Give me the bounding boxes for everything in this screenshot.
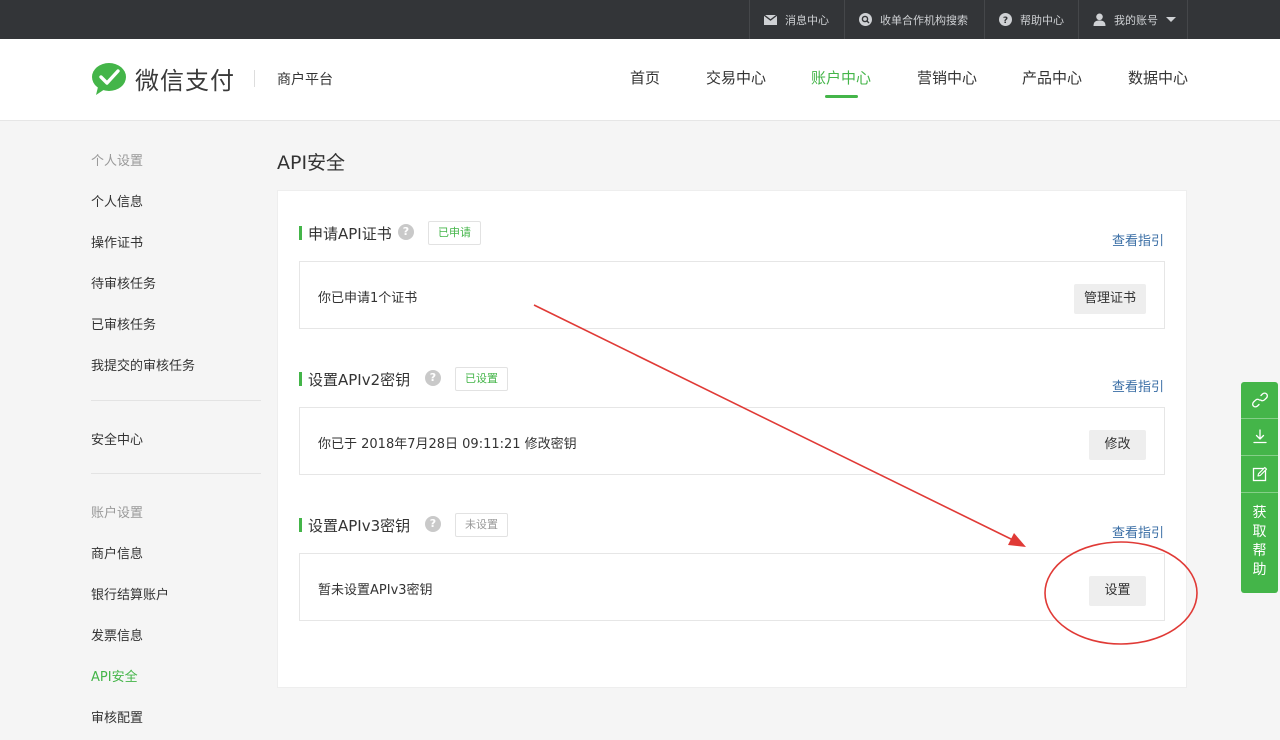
- sidebar-group-personal: 个人设置: [91, 154, 144, 169]
- help-center-link[interactable]: ? 帮助中心: [984, 0, 1078, 39]
- caret-down-icon: [1166, 17, 1176, 22]
- sidebar-item-reviewed[interactable]: 已审核任务: [91, 314, 156, 333]
- nav-home[interactable]: 首页: [630, 67, 660, 88]
- section-box-apiv2-key: 你已于 2018年7月28日 09:11:21 修改密钥 修改: [299, 407, 1165, 475]
- view-guide-link-apiv2[interactable]: 查看指引: [1112, 376, 1164, 395]
- get-help-char: 助: [1252, 562, 1267, 578]
- acquirer-search-link[interactable]: 收单合作机构搜索: [844, 0, 984, 39]
- floating-help-toolbar: 获 取 帮 助: [1241, 382, 1278, 593]
- download-icon[interactable]: [1241, 419, 1278, 456]
- question-icon: ?: [999, 13, 1012, 26]
- sidebar-divider: [91, 400, 261, 401]
- section-title-apiv3-key: 设置APIv3密钥: [308, 517, 411, 535]
- nav-active-indicator: [825, 95, 858, 98]
- search-icon: [859, 13, 872, 26]
- message-center-label: 消息中心: [785, 13, 829, 27]
- logo-divider: [254, 70, 255, 87]
- section-box-api-cert: 你已申请1个证书 管理证书: [299, 261, 1165, 329]
- section-title-api-cert: 申请API证书: [308, 225, 392, 243]
- platform-label: 商户平台: [277, 72, 333, 88]
- acquirer-search-label: 收单合作机构搜索: [880, 13, 968, 27]
- set-key-button[interactable]: 设置: [1089, 576, 1146, 606]
- get-help-char: 帮: [1252, 543, 1267, 559]
- user-icon: [1093, 13, 1106, 26]
- cert-status-text: 你已申请1个证书: [318, 291, 418, 306]
- modify-key-button[interactable]: 修改: [1089, 430, 1146, 460]
- wechat-pay-logo-icon: [92, 62, 126, 95]
- sidebar-item-invoice-info[interactable]: 发票信息: [91, 625, 143, 644]
- sidebar-item-security-center[interactable]: 安全中心: [91, 429, 143, 448]
- top-bar: 消息中心 收单合作机构搜索 ? 帮助中心 我的账号: [0, 0, 1280, 39]
- page-title: API安全: [277, 152, 346, 174]
- sidebar-divider: [91, 473, 261, 474]
- section-accent-bar: [299, 518, 302, 532]
- view-guide-link-cert[interactable]: 查看指引: [1112, 230, 1164, 249]
- sidebar-item-operation-cert[interactable]: 操作证书: [91, 232, 143, 251]
- sidebar-item-bank-account[interactable]: 银行结算账户: [91, 584, 169, 603]
- message-center-link[interactable]: 消息中心: [749, 0, 844, 39]
- main-header: 微信支付 商户平台 首页 交易中心 账户中心 营销中心 产品中心 数据中心: [0, 39, 1280, 121]
- logo-text: 微信支付: [135, 67, 235, 95]
- help-question-icon[interactable]: ?: [425, 516, 441, 532]
- view-guide-link-apiv3[interactable]: 查看指引: [1112, 522, 1164, 541]
- help-question-icon[interactable]: ?: [398, 224, 414, 240]
- status-badge-set: 已设置: [455, 367, 508, 391]
- sidebar-item-api-security[interactable]: API安全: [91, 666, 138, 685]
- nav-data-center[interactable]: 数据中心: [1128, 67, 1188, 88]
- get-help-char: 获: [1252, 505, 1267, 521]
- my-account-menu[interactable]: 我的账号: [1078, 0, 1188, 39]
- status-badge-not-set: 未设置: [455, 513, 508, 537]
- mail-icon: [764, 14, 777, 25]
- edit-icon[interactable]: [1241, 456, 1278, 493]
- sidebar-group-account: 账户设置: [91, 506, 144, 521]
- manage-cert-button[interactable]: 管理证书: [1074, 284, 1147, 314]
- section-accent-bar: [299, 372, 302, 386]
- my-account-label: 我的账号: [1114, 13, 1158, 27]
- sidebar-item-personal-info[interactable]: 个人信息: [91, 191, 143, 210]
- apiv2-status-text: 你已于 2018年7月28日 09:11:21 修改密钥: [318, 437, 577, 452]
- wechat-pay-logo[interactable]: 微信支付: [91, 61, 235, 96]
- sidebar-item-merchant-info[interactable]: 商户信息: [91, 543, 143, 562]
- get-help-char: 取: [1252, 524, 1267, 540]
- apiv3-status-text: 暂未设置APIv3密钥: [318, 583, 433, 598]
- get-help-button[interactable]: 获 取 帮 助: [1241, 504, 1278, 580]
- link-icon[interactable]: [1241, 382, 1278, 419]
- section-title-apiv2-key: 设置APIv2密钥: [308, 371, 411, 389]
- nav-trade-center[interactable]: 交易中心: [706, 67, 766, 88]
- help-question-icon[interactable]: ?: [425, 370, 441, 386]
- sidebar-item-my-submitted[interactable]: 我提交的审核任务: [91, 355, 195, 374]
- sidebar-item-pending-review[interactable]: 待审核任务: [91, 273, 156, 292]
- section-accent-bar: [299, 226, 302, 240]
- help-center-label: 帮助中心: [1020, 13, 1064, 27]
- nav-marketing-center[interactable]: 营销中心: [917, 67, 977, 88]
- svg-text:?: ?: [1003, 16, 1008, 26]
- status-badge-applied: 已申请: [428, 221, 481, 245]
- section-box-apiv3-key: 暂未设置APIv3密钥 设置: [299, 553, 1165, 621]
- sidebar-item-review-config[interactable]: 审核配置: [91, 707, 143, 726]
- nav-product-center[interactable]: 产品中心: [1022, 67, 1082, 88]
- nav-account-center[interactable]: 账户中心: [811, 67, 871, 88]
